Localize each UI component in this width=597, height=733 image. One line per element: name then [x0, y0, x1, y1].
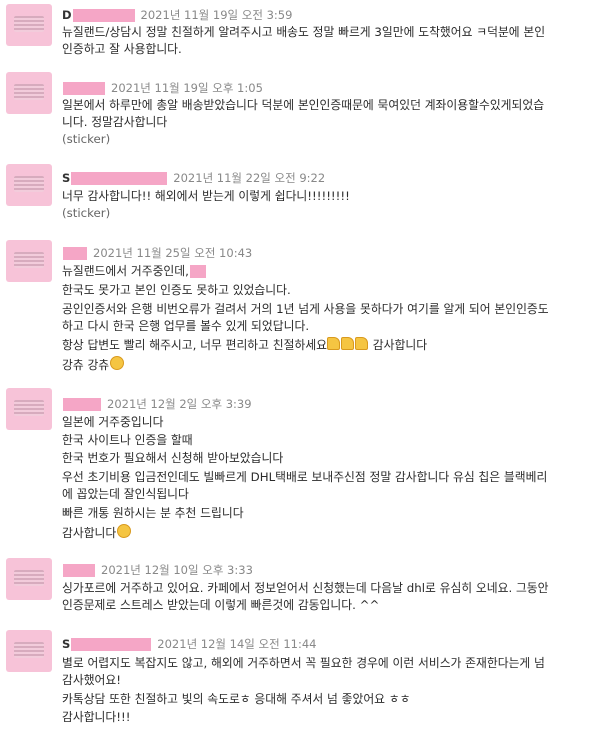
avatar: [6, 164, 52, 206]
message-header: S 2021년 12월 14일 오전 11:44: [62, 636, 317, 654]
message-line: 인증하고 잘 사용합니다.: [62, 42, 182, 56]
redacted-name: [71, 638, 152, 651]
message-line: 뉴질랜드/상담시 정말 친절하게 알려주시고 배송도 정말 빠르게 3일만에 도…: [62, 25, 546, 39]
thumbs-up-icon: [341, 337, 355, 350]
message-text: 감사합니다: [372, 338, 428, 352]
message-text: 감사합니다: [62, 526, 117, 540]
message-date: 2021년 12월 10일 오후 3:33: [101, 563, 253, 577]
message-line: 우선 초기비용 입금전인데도 빌빠르게 DHL택배로 보내주신점 정말 감사합니…: [62, 470, 548, 484]
message-date: 2021년 11월 25일 오전 10:43: [93, 246, 253, 260]
smile-emoji-icon: [110, 356, 125, 370]
avatar: [6, 4, 52, 46]
redacted-name: [63, 82, 105, 95]
message-line: 감사했어요!: [62, 673, 121, 687]
avatar: [6, 558, 52, 600]
message-text: 강츄 강츄: [62, 358, 110, 372]
message-date: 2021년 12월 14일 오전 11:44: [157, 637, 317, 651]
message-line: 너무 감사합니다!! 해외에서 받는게 이렇게 쉽다니!!!!!!!!!: [62, 189, 350, 203]
message-header: 2021년 11월 25일 오전 10:43: [62, 245, 252, 263]
message-line: 항상 답변도 빨리 해주시고, 너무 편리하고 친절하세요 감사합니다: [62, 337, 592, 354]
message-header: D 2021년 11월 19일 오전 3:59: [62, 7, 292, 25]
message-header: S 2021년 11월 22일 오전 9:22: [62, 170, 325, 188]
message-line: 싱가포르에 거주하고 있어요. 카페에서 정보얻어서 신청했는데 다음날 dhl…: [62, 581, 549, 595]
message-line: 한국도 못가고 본인 인증도 못하고 있었습니다.: [62, 283, 291, 297]
message-date: 2021년 11월 19일 오후 1:05: [111, 81, 263, 95]
redacted-name: [63, 398, 101, 411]
redacted-name: [72, 9, 135, 22]
message-header: 2021년 12월 10일 오후 3:33: [62, 562, 253, 580]
smile-emoji-icon: [117, 524, 132, 538]
redacted-text: [189, 265, 206, 278]
thumbs-up-icon: [355, 337, 369, 350]
message-header: 2021년 12월 2일 오후 3:39: [62, 396, 252, 414]
message-line: 강츄 강츄: [62, 356, 592, 374]
message-line: 일본에서 하루만에 총알 배송받았습니다 덕분에 본인인증때문에 묵여있던 계좌…: [62, 98, 545, 112]
message-line: 공인인증서와 은행 비번오류가 걸려서 거의 1년 넘게 사용을 못하다가 여기…: [62, 302, 549, 316]
message-text: 항상 답변도 빨리 해주시고, 너무 편리하고 친절하세요: [62, 338, 328, 352]
redacted-name: [63, 564, 95, 577]
message-date: 2021년 12월 2일 오후 3:39: [107, 397, 252, 411]
message-line: 감사합니다!!!: [62, 710, 131, 724]
message-line: 뉴질랜드에서 거주중인데,: [62, 263, 592, 280]
message-date: 2021년 11월 19일 오전 3:59: [140, 8, 293, 22]
avatar: [6, 388, 52, 430]
sticker-label: (sticker): [62, 206, 111, 220]
message-line: 니다. 정말감사합니다: [62, 115, 168, 129]
thumbs-up-icon: [327, 337, 341, 350]
avatar: [6, 72, 52, 114]
message-line: 감사합니다: [62, 524, 592, 542]
sender-name: D: [62, 8, 72, 22]
message-line: 인증문제로 스트레스 받았는데 이렇게 빠른것에 감동입니다. ^^: [62, 598, 380, 612]
message-line: 에 꼽았는데 잘인식됩니다: [62, 487, 189, 501]
message-line: 한국 사이트나 인증을 할때: [62, 433, 193, 447]
message-line: 별로 어렵지도 복잡지도 않고, 해외에 거주하면서 꼭 필요한 경우에 이런 …: [62, 656, 545, 670]
message-line: 빠른 개통 원하시는 분 추천 드립니다: [62, 506, 244, 520]
redacted-name: [71, 172, 168, 185]
sender-name: S: [62, 637, 71, 651]
message-line: 한국 번호가 필요해서 신청해 받아보았습니다: [62, 451, 284, 465]
message-date: 2021년 11월 22일 오전 9:22: [173, 171, 326, 185]
avatar: [6, 240, 52, 282]
message-line: 일본에 거주중입니다: [62, 415, 164, 429]
sticker-label: (sticker): [62, 132, 111, 146]
message-text: 뉴질랜드에서 거주중인데,: [62, 264, 189, 278]
avatar: [6, 630, 52, 672]
message-header: 2021년 11월 19일 오후 1:05: [62, 80, 263, 98]
message-line: 하고 다시 한국 은행 업무를 볼수 있게 되었답니다.: [62, 319, 310, 333]
sender-name: S: [62, 171, 71, 185]
redacted-name: [63, 247, 87, 260]
message-line: 카톡상담 또한 친절하고 빛의 속도로ㅎ 응대해 주셔서 넘 좋았어요 ㅎㅎ: [62, 692, 411, 706]
